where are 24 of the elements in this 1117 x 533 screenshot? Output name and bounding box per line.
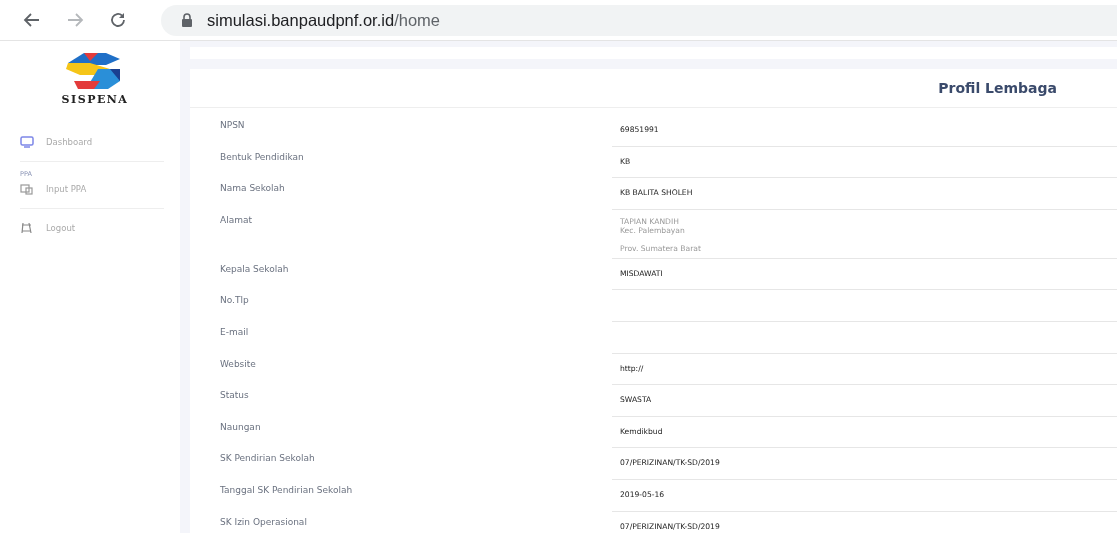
field-label: Status	[220, 389, 250, 403]
lock-icon	[181, 13, 193, 27]
field-label: SK Pendirian Sekolah	[220, 452, 316, 466]
field-label: Kepala Sekolah	[220, 262, 290, 276]
card-title: Profil Lembaga	[938, 80, 1057, 96]
logo-text: SISPENA	[61, 93, 129, 106]
field-label: Tanggal SK Pendirian Sekolah	[220, 483, 354, 497]
sidebar-item[interactable]: Dashboard	[20, 131, 164, 153]
field-label: Alamat	[220, 213, 253, 227]
field-label: Naungan	[220, 420, 262, 434]
field-label: Nama Sekolah	[220, 182, 286, 196]
field-label: SK Izin Operasional	[220, 515, 308, 529]
field-label: No.Tlp	[220, 294, 250, 308]
address-bar[interactable]: simulasi.banpaudpnf.or.id/home	[161, 4, 1117, 36]
copy-icon	[20, 182, 34, 196]
exit-icon	[20, 221, 34, 235]
field-label: E-mail	[220, 325, 250, 339]
field-label: Website	[220, 357, 257, 371]
sidebar-item[interactable]: Input PPA	[20, 178, 164, 200]
monitor-icon	[20, 135, 34, 149]
field-label: Bentuk Pendidikan	[220, 150, 305, 164]
sidebar-item[interactable]: Logout	[20, 217, 164, 239]
reload-icon[interactable]	[108, 10, 128, 30]
field-label: NPSN	[220, 119, 246, 132]
